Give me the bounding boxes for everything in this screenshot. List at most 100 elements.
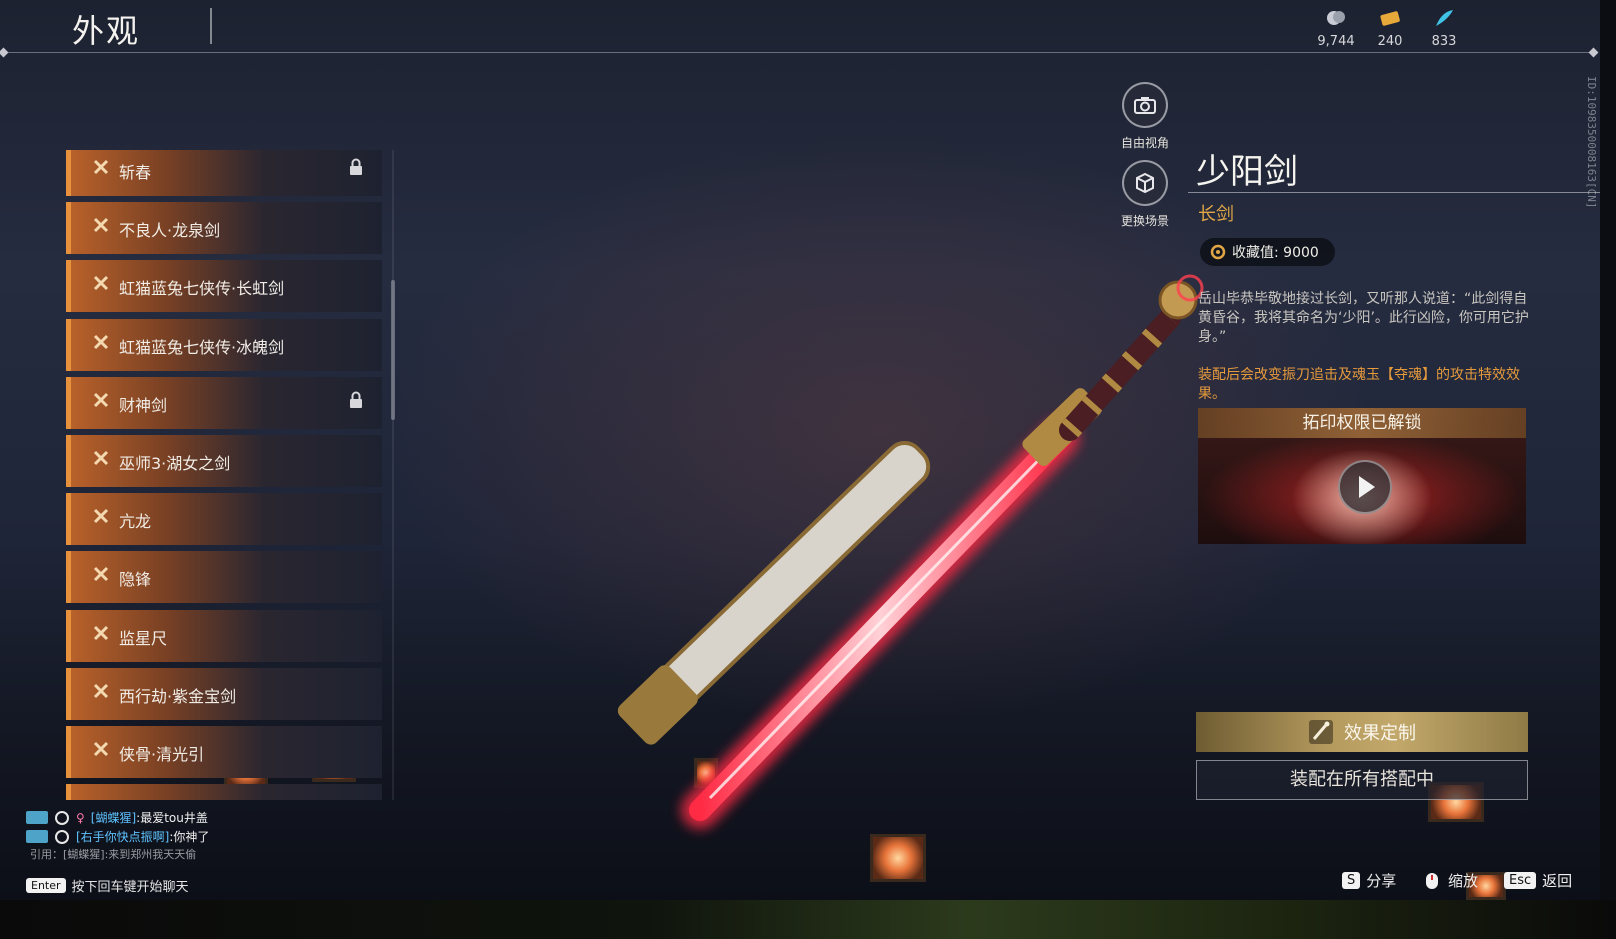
page-title: 外观 [72,12,141,50]
list-item-label: 不良人·龙泉剑 [119,221,221,241]
lock-icon [350,158,362,175]
chat-sender[interactable]: [蝴蝶猩] [91,809,136,826]
channel-tag-icon [26,811,48,824]
list-item-label: 虹猫蓝兔七侠传·冰魄剑 [119,337,285,357]
bottom-strip [0,900,1616,939]
cross-icon [93,450,109,465]
chat-message: [右手你快点振啊]:你神了 [26,827,426,846]
currency-ticket[interactable]: 240 [1360,8,1420,49]
effect-preview-video[interactable]: 拓印权限已解锁 [1198,408,1526,544]
player-id: ID:1098350008163[CN] [1585,76,1598,209]
channel-tag-icon [26,830,48,843]
zoom-hint[interactable]: 缩放 [1422,870,1478,891]
list-item[interactable]: 西行劫·紫金宝剑 [66,667,382,720]
currency-silver[interactable]: 9,744 [1306,8,1366,49]
list-item-label: 亢龙 [119,512,152,532]
list-item-label: 西行劫·紫金宝剑 [119,686,237,706]
collection-value-badge: 收藏值: 9000 [1200,238,1335,266]
effect-customize-button[interactable]: 效果定制 [1196,712,1528,752]
female-icon: ♀ [76,810,85,825]
zoom-label: 缩放 [1448,872,1479,890]
s-key-icon: S [1342,872,1361,889]
currency-value: 833 [1431,34,1457,49]
lotus-emblem-icon [55,829,69,844]
change-scene-label: 更换场景 [1120,214,1169,228]
feather-icon [1436,10,1453,26]
currency-value: 9,744 [1317,34,1355,49]
list-item[interactable]: 侠骨·清光引 [66,725,382,778]
list-item[interactable]: 不良人·龙泉剑 [66,202,382,255]
list-item[interactable]: 财神剑 [66,376,382,429]
name-divider [1188,192,1600,193]
cross-icon [93,741,109,756]
list-scrollbar-track[interactable] [392,150,394,800]
list-item[interactable]: 虹猫蓝兔七侠传·冰魄剑 [66,318,382,371]
title-divider [210,8,212,44]
lock-icon [350,391,362,408]
share-label: 分享 [1366,872,1397,890]
chat-text: :最爱tou井盖 [136,811,208,825]
cross-icon [93,683,109,698]
cube-icon [1122,160,1168,206]
side-bar [1600,0,1616,900]
cross-icon [93,392,109,407]
share-hint[interactable]: S 分享 [1342,870,1396,891]
list-item[interactable]: 斩春 [66,150,382,196]
item-description: 岳山毕恭毕敬地接过长剑，又听那人说道：“此剑得自黄昏谷，我将其命名为‘少阳’。此… [1198,291,1529,345]
effect-note: 装配后会改变振刀追击及魂玉【夺魂】的攻击特效效果。 [1198,367,1520,402]
cross-icon [93,276,109,291]
chat-text: :你神了 [169,830,210,844]
item-name: 少阳剑 [1196,152,1298,192]
chat-quote: 引用：[蝴蝶猩]:来到郑州我天天偷 [30,848,197,861]
cross-icon [93,567,109,582]
silver-coin-icon [1327,11,1345,25]
list-item[interactable]: 亢龙 [66,493,382,546]
top-bar: 外观 9,744 240 833 [0,0,1600,58]
item-type: 长剑 [1198,204,1234,225]
list-item-label: 监星尺 [119,628,168,648]
esc-key-icon: Esc [1504,872,1537,889]
chat-hint-text: 按下回车键开始聊天 [71,880,189,895]
list-item[interactable]: 虹猫蓝兔七侠传·长虹剑 [66,260,382,313]
change-scene-button[interactable]: 更换场景 [1110,160,1180,229]
cross-icon [93,625,109,640]
free-view-button[interactable]: 自由视角 [1110,82,1180,151]
camera-icon [1122,82,1168,128]
currency-value: 240 [1377,34,1403,49]
mouse-scroll-icon [1426,872,1438,889]
chat-input-hint[interactable]: Enter 按下回车键开始聊天 [26,876,189,895]
play-icon[interactable] [1338,460,1392,514]
top-divider [0,52,1596,53]
list-item[interactable]: 巫师3·湖女之剑 [66,434,382,487]
collection-icon [1210,244,1226,260]
chat-message: ♀ [蝴蝶猩]:最爱tou井盖 [26,808,426,827]
list-item[interactable]: 监星尺 [66,609,382,662]
back-hint[interactable]: Esc 返回 [1504,870,1572,891]
list-item-label: 侠骨·清光引 [119,744,205,764]
chat-sender[interactable]: [右手你快点振啊] [76,828,169,845]
list-item-partial[interactable] [66,784,382,800]
chat-panel: ♀ [蝴蝶猩]:最爱tou井盖 [右手你快点振啊]:你神了 引用：[蝴蝶猩]:来… [26,808,426,863]
lotus-emblem-icon [55,810,69,825]
equip-all-button[interactable]: 装配在所有搭配中 [1196,760,1528,800]
list-item-label: 虹猫蓝兔七侠传·长虹剑 [119,279,285,299]
list-scrollbar-thumb[interactable] [391,280,395,420]
gold-ticket-icon [1380,11,1400,26]
video-title: 拓印权限已解锁 [1198,408,1526,438]
enter-key-icon: Enter [26,878,66,893]
cross-icon [93,334,109,349]
list-item-label: 财神剑 [119,395,168,415]
effect-customize-label: 效果定制 [1344,723,1416,744]
free-view-label: 自由视角 [1120,136,1169,150]
currency-feather[interactable]: 833 [1414,8,1474,49]
cross-icon [93,509,109,524]
cross-icon [93,159,109,175]
list-item-label: 斩春 [119,163,152,182]
list-item-label: 隐锋 [119,570,152,590]
list-item[interactable]: 隐锋 [66,551,382,604]
appearance-list: 斩春 不良人·龙泉剑 虹猫蓝兔七侠传·长虹剑 虹猫蓝兔七侠传·冰魄剑 财神剑 巫… [66,150,382,800]
brush-icon [1309,720,1333,744]
collection-value: 收藏值: 9000 [1232,245,1319,261]
list-item-label: 巫师3·湖女之剑 [119,453,231,473]
cross-icon [93,218,109,233]
